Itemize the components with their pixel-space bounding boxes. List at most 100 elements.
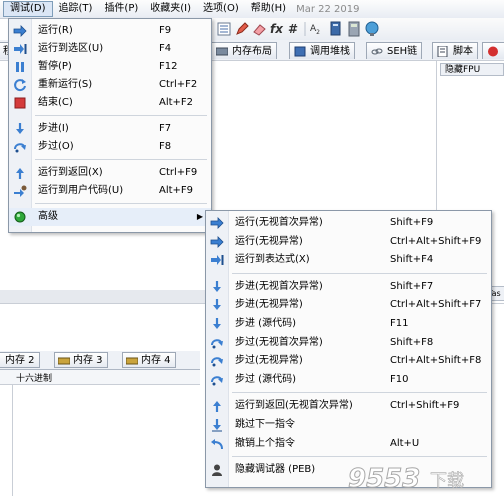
- stop-icon: [14, 97, 26, 109]
- advanced-menu-item-0[interactable]: 运行(无视首次异常) Shift+F9: [206, 214, 491, 232]
- arrow-right-icon: [210, 217, 224, 229]
- arrow-right-icon: [13, 25, 27, 37]
- debug-menu-item-label: 重新运行(S): [38, 79, 93, 90]
- advanced-menu-item-label: 隐藏调试器 (PEB): [235, 464, 316, 476]
- advanced-menu-item-10[interactable]: 跳过下一指令: [206, 416, 491, 434]
- debug-menu-item-4[interactable]: 结束(C) Alt+F2: [9, 94, 211, 112]
- hash-icon[interactable]: #: [288, 21, 304, 37]
- advanced-menu-item-6[interactable]: 步过(无视首次异常) Shift+F8: [206, 334, 491, 352]
- eraser-icon[interactable]: [252, 21, 268, 37]
- debug-menu-item-label: 运行到返回(X): [38, 167, 103, 178]
- arrow-right-icon: [210, 235, 224, 248]
- horizontal-scrollbar[interactable]: [0, 290, 210, 304]
- document-icon[interactable]: [328, 21, 344, 37]
- tab-seh-chain-label: SEH链: [387, 46, 418, 57]
- tab-memory-3[interactable]: 内存 3: [54, 352, 108, 368]
- debug-menu-item-9[interactable]: 高级 ▶: [9, 208, 211, 226]
- globe-icon[interactable]: [364, 21, 380, 37]
- advanced-menu-item-2[interactable]: 运行到表达式(X) Shift+F4: [206, 251, 491, 269]
- step-over-icon: [211, 357, 223, 367]
- step-into-icon: [16, 123, 24, 134]
- menu-favorites[interactable]: 收藏夹(I): [144, 1, 197, 17]
- advanced-menu-item-7[interactable]: 步过(无视异常) Ctrl+Alt+Shift+F8: [206, 352, 491, 370]
- advanced-menu-item-9[interactable]: 运行到返回(无视首次异常) Ctrl+Shift+F9: [206, 397, 491, 415]
- debug-menu-item-8[interactable]: 运行到用户代码(U) Alt+F9: [9, 182, 211, 200]
- font-size-icon[interactable]: A2: [310, 21, 326, 37]
- debug-menu-item-2[interactable]: 暂停(P) F12: [9, 58, 211, 76]
- menu-separator: [35, 115, 207, 116]
- advanced-menu-item-4[interactable]: 步进(无视异常) Ctrl+Alt+Shift+F7: [206, 296, 491, 314]
- tab-memory-4[interactable]: 内存 4: [122, 352, 176, 368]
- debug-menu-item-label: 结束(C): [38, 97, 73, 108]
- fx-icon[interactable]: fx: [270, 21, 286, 37]
- advanced-menu-item-1[interactable]: 运行(无视异常) Ctrl+Alt+Shift+F9: [206, 233, 491, 251]
- debug-menu-item-label: 步过(O): [38, 141, 74, 152]
- tab-overflow[interactable]: [482, 42, 504, 59]
- advanced-menu-item-3[interactable]: 步进(无视首次异常) Shift+F7: [206, 278, 491, 296]
- advanced-menu-item-label: 撤销上个指令: [235, 437, 295, 449]
- debug-menu-shortcut: F8: [159, 141, 172, 152]
- tab-memory-map[interactable]: 内存布局: [211, 42, 277, 59]
- advanced-menu-item-label: 运行(无视首次异常): [235, 217, 323, 228]
- hex-column-label: 十六进制: [16, 374, 53, 384]
- debug-menu-item-3[interactable]: 重新运行(S) Ctrl+F2: [9, 76, 211, 94]
- restart-icon: [14, 79, 26, 92]
- menu-plugins[interactable]: 插件(P): [98, 1, 144, 17]
- step-over-icon: [14, 143, 26, 153]
- debug-menu-shortcut: F7: [159, 123, 172, 134]
- advanced-menu-item-label: 步进(无视异常): [235, 299, 303, 311]
- stop-sign-icon: [488, 46, 498, 57]
- debug-menu-item-1[interactable]: 运行到选区(U) F4: [9, 40, 211, 58]
- tab-seh-chain[interactable]: SEH链: [366, 42, 423, 59]
- tab-memory-map-label: 内存布局: [232, 46, 272, 57]
- step-into-icon: [213, 299, 221, 311]
- step-into-icon: [213, 280, 221, 292]
- debug-menu-item-label: 步进(I): [38, 123, 69, 134]
- toolbar-separator: [304, 22, 306, 36]
- menu-separator: [232, 272, 487, 274]
- run-to-return-icon: [16, 168, 24, 179]
- tab-script[interactable]: 脚本: [432, 42, 478, 59]
- advanced-menu-item-label: 步过 (源代码): [235, 373, 296, 385]
- submenu-arrow-icon: ▶: [196, 212, 203, 221]
- debug-menu-shortcut: Ctrl+F9: [159, 167, 198, 178]
- menu-debug[interactable]: 调试(D): [3, 1, 53, 17]
- advanced-menu-item-5[interactable]: 步进 (源代码) F11: [206, 315, 491, 333]
- call-stack-icon: [294, 46, 306, 57]
- run-to-selection-icon: [14, 44, 27, 54]
- menu-separator: [232, 456, 487, 458]
- menu-options[interactable]: 选项(O): [197, 1, 245, 17]
- tab-memory-2[interactable]: 内存 2: [0, 352, 40, 368]
- advanced-menu-shortcut: F11: [390, 318, 409, 329]
- tab-memory-4-label: 内存 4: [141, 355, 171, 366]
- menu-separator: [232, 392, 487, 394]
- menu-help[interactable]: 帮助(H): [245, 1, 292, 17]
- tab-script-label: 脚本: [453, 46, 473, 57]
- advanced-menu-item-label: 运行到表达式(X): [235, 254, 310, 266]
- tab-call-stack[interactable]: 调用堆栈: [289, 42, 355, 59]
- advanced-menu-shortcut: Ctrl+Shift+F9: [390, 400, 460, 412]
- calculator-icon[interactable]: [346, 21, 362, 37]
- debug-menu-item-5[interactable]: 步进(I) F7: [9, 120, 211, 138]
- hide-fpu-button[interactable]: 隐藏FPU: [440, 63, 504, 76]
- advanced-menu-item-11[interactable]: 撤销上个指令 Alt+U: [206, 435, 491, 453]
- debug-menu-item-6[interactable]: 步过(O) F8: [9, 138, 211, 156]
- menu-trace[interactable]: 追踪(T): [53, 1, 99, 17]
- advanced-menu-item-8[interactable]: 步过 (源代码) F10: [206, 371, 491, 389]
- debug-menu-shortcut: F9: [159, 25, 172, 36]
- advanced-menu-shortcut: Shift+F7: [390, 280, 434, 292]
- menu-bar: 调试(D) 追踪(T) 插件(P) 收藏夹(I) 选项(O) 帮助(H) Mar…: [0, 0, 504, 19]
- debug-menu-item-7[interactable]: 运行到返回(X) Ctrl+F9: [9, 164, 211, 182]
- run-to-expression-icon: [211, 255, 224, 266]
- menu-separator: [35, 203, 207, 204]
- advanced-menu-shortcut: Ctrl+Alt+Shift+F7: [390, 299, 482, 311]
- menu-separator: [35, 159, 207, 160]
- advanced-menu-item-label: 步过(无视首次异常): [235, 336, 323, 348]
- debug-menu-item-0[interactable]: 运行(R) F9: [9, 22, 211, 40]
- debug-menu-item-label: 高级: [38, 211, 58, 222]
- pencil-icon[interactable]: [234, 21, 250, 37]
- watermark-logo: 9553 下载: [348, 464, 464, 493]
- advanced-menu-shortcut: Shift+F4: [390, 254, 434, 266]
- list-icon[interactable]: [216, 21, 232, 37]
- hex-column-line: [12, 384, 13, 496]
